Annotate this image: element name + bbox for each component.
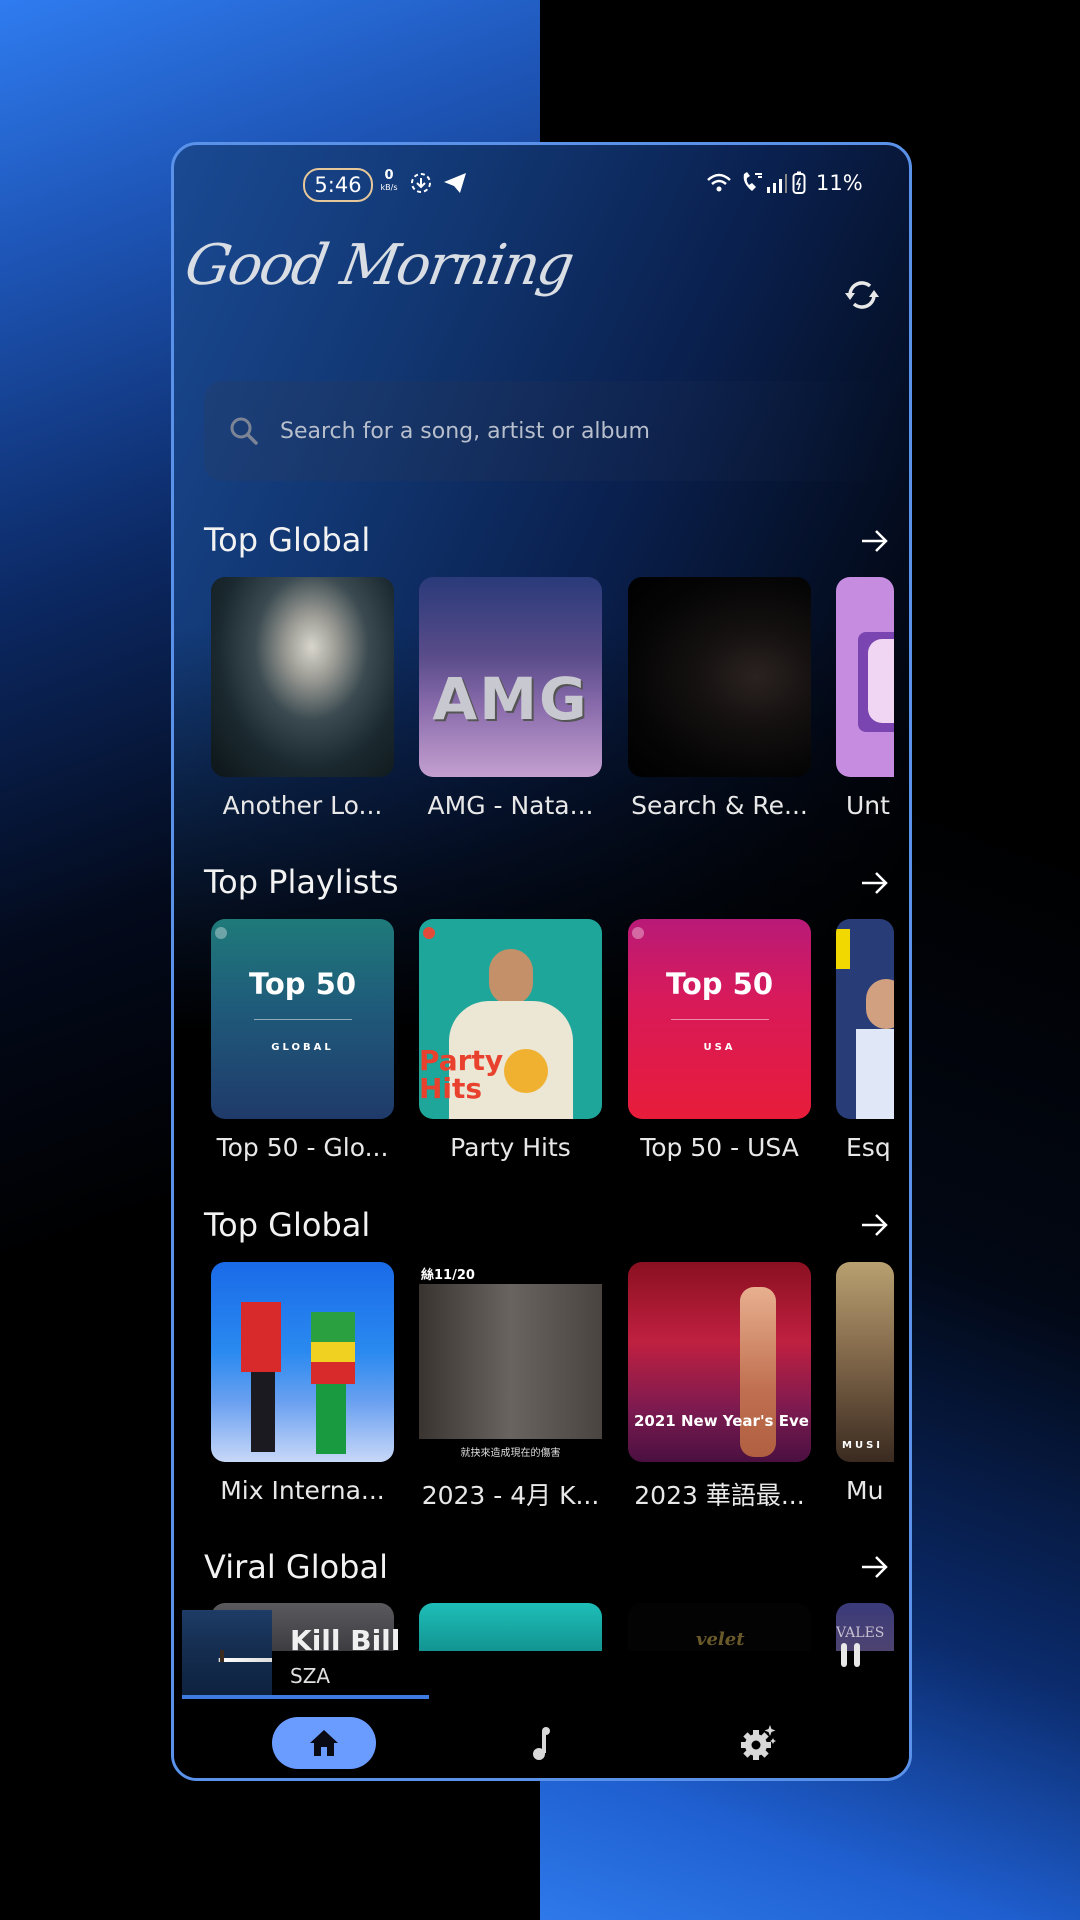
card-item[interactable]: AMG AMG - Nata... [419,577,602,820]
carousel-top-global[interactable]: Another Lo... AMG AMG - Nata... Search &… [208,577,894,837]
card-caption: Top 50 - Glo... [216,1133,389,1162]
playlist-cover: Party Hits [419,919,602,1119]
wifi-calling-icon [743,172,762,191]
card-caption: Another Lo... [222,791,383,820]
card-caption: Top 50 - USA [640,1133,799,1162]
search-icon [230,417,258,445]
card-item[interactable]: Mix Interna... [211,1262,394,1505]
music-note-icon[interactable] [524,1723,564,1763]
card-item[interactable]: Esq [836,919,894,1162]
amg-cover-text: AMG [432,665,589,733]
mini-player[interactable]: Kill Bill SZA [182,1610,897,1702]
section-title-viral-global: Viral Global [204,1548,388,1586]
status-time: 5:46 [303,168,373,202]
section-title-top-global-2: Top Global [204,1206,371,1244]
cover-title: Top 50 [248,967,357,1001]
album-art: MUSI [836,1262,894,1462]
carousel-top-playlists[interactable]: Top 50 GLOBAL Top 50 - Glo... Party Hits… [208,919,894,1179]
playlist-cover: Top 50 GLOBAL [211,919,394,1119]
card-item[interactable]: Top 50 GLOBAL Top 50 - Glo... [211,919,394,1162]
home-icon [310,1730,338,1756]
playback-progress[interactable] [182,1695,888,1699]
net-speed-value: 0 [384,168,394,183]
card-item[interactable]: Another Lo... [211,577,394,820]
card-item[interactable]: 絲11/20 就抉來造成現在的傷害 2023 - 4月 K... [419,1262,602,1512]
card-caption: Unt [846,791,890,820]
card-item[interactable]: MUSI Mu [836,1262,894,1505]
cover-title: Top 50 [665,967,774,1001]
section-title-top-global: Top Global [204,521,371,559]
arrow-right-icon[interactable] [856,523,892,559]
cover-overlay-bottom: MUSI [842,1440,883,1451]
card-caption: AMG - Nata... [427,791,594,820]
pause-icon[interactable] [839,1641,863,1669]
cover-divider [670,1019,769,1020]
playlist-cover [836,919,894,1119]
search-bar[interactable] [204,381,904,481]
battery-icon [792,171,806,194]
card-caption: Esq [846,1133,891,1162]
card-caption: Mu [846,1476,884,1505]
playlist-cover: Top 50 USA [628,919,811,1119]
cover-divider [253,1019,352,1020]
nav-home[interactable] [272,1717,376,1769]
album-art [211,1262,394,1462]
settings-sparkle-icon[interactable] [738,1723,778,1763]
spotify-logo-icon [423,927,435,939]
album-art: 2021 New Year's Eve [628,1262,811,1462]
cover-overlay-bottom: 就抉來造成現在的傷害 [460,1448,561,1459]
cover-overlay-bottom: 2021 New Year's Eve [634,1412,809,1430]
wifi-icon [707,173,731,192]
card-item[interactable]: Unt [836,577,894,820]
signal-icon [767,174,787,193]
telegram-icon [444,173,466,193]
phone-screen: 5:46 0 kB/s 11% Good Morning Search for … [171,142,912,1781]
card-item[interactable]: Search & Re... [628,577,811,820]
album-art: 絲11/20 就抉來造成現在的傷害 [419,1262,602,1462]
cover-title: Party Hits [419,1044,504,1105]
album-art: AMG [419,577,602,777]
cover-subtitle: USA [703,1042,736,1053]
card-item[interactable]: 2021 New Year's Eve 2023 華語最... [628,1262,811,1512]
album-art [211,577,394,777]
cover-subtitle: GLOBAL [271,1042,334,1053]
playback-progress-fill [182,1695,430,1699]
album-art [836,577,894,777]
battery-percent: 11% [816,171,863,195]
arrow-right-icon[interactable] [856,865,892,901]
section-title-top-playlists: Top Playlists [204,863,399,901]
spotify-logo-icon [632,927,644,939]
card-item[interactable]: Top 50 USA Top 50 - USA [628,919,811,1162]
card-caption: 2023 - 4月 K... [421,1481,600,1510]
album-art [628,577,811,777]
net-speed-unit: kB/s [380,183,398,192]
carousel-top-global-2[interactable]: Mix Interna... 絲11/20 就抉來造成現在的傷害 2023 - … [208,1262,894,1522]
spotify-logo-icon [215,927,227,939]
card-caption: 2023 華語最... [634,1481,805,1510]
greeting-title: Good Morning [180,233,578,298]
arrow-right-icon[interactable] [856,1549,892,1585]
now-playing-title: Kill Bill [290,1624,401,1657]
refresh-icon[interactable] [840,273,884,317]
download-icon [411,173,431,193]
card-caption: Mix Interna... [220,1476,385,1505]
now-playing-artist: SZA [290,1664,331,1688]
now-playing-art [182,1610,272,1695]
arrow-right-icon[interactable] [856,1207,892,1243]
net-speed: 0 kB/s [378,168,400,193]
cover-overlay-top: 絲11/20 [421,1268,475,1283]
card-caption: Search & Re... [631,791,808,820]
search-input[interactable] [278,417,842,445]
card-caption: Party Hits [450,1133,571,1162]
card-item[interactable]: Party Hits Party Hits [419,919,602,1162]
